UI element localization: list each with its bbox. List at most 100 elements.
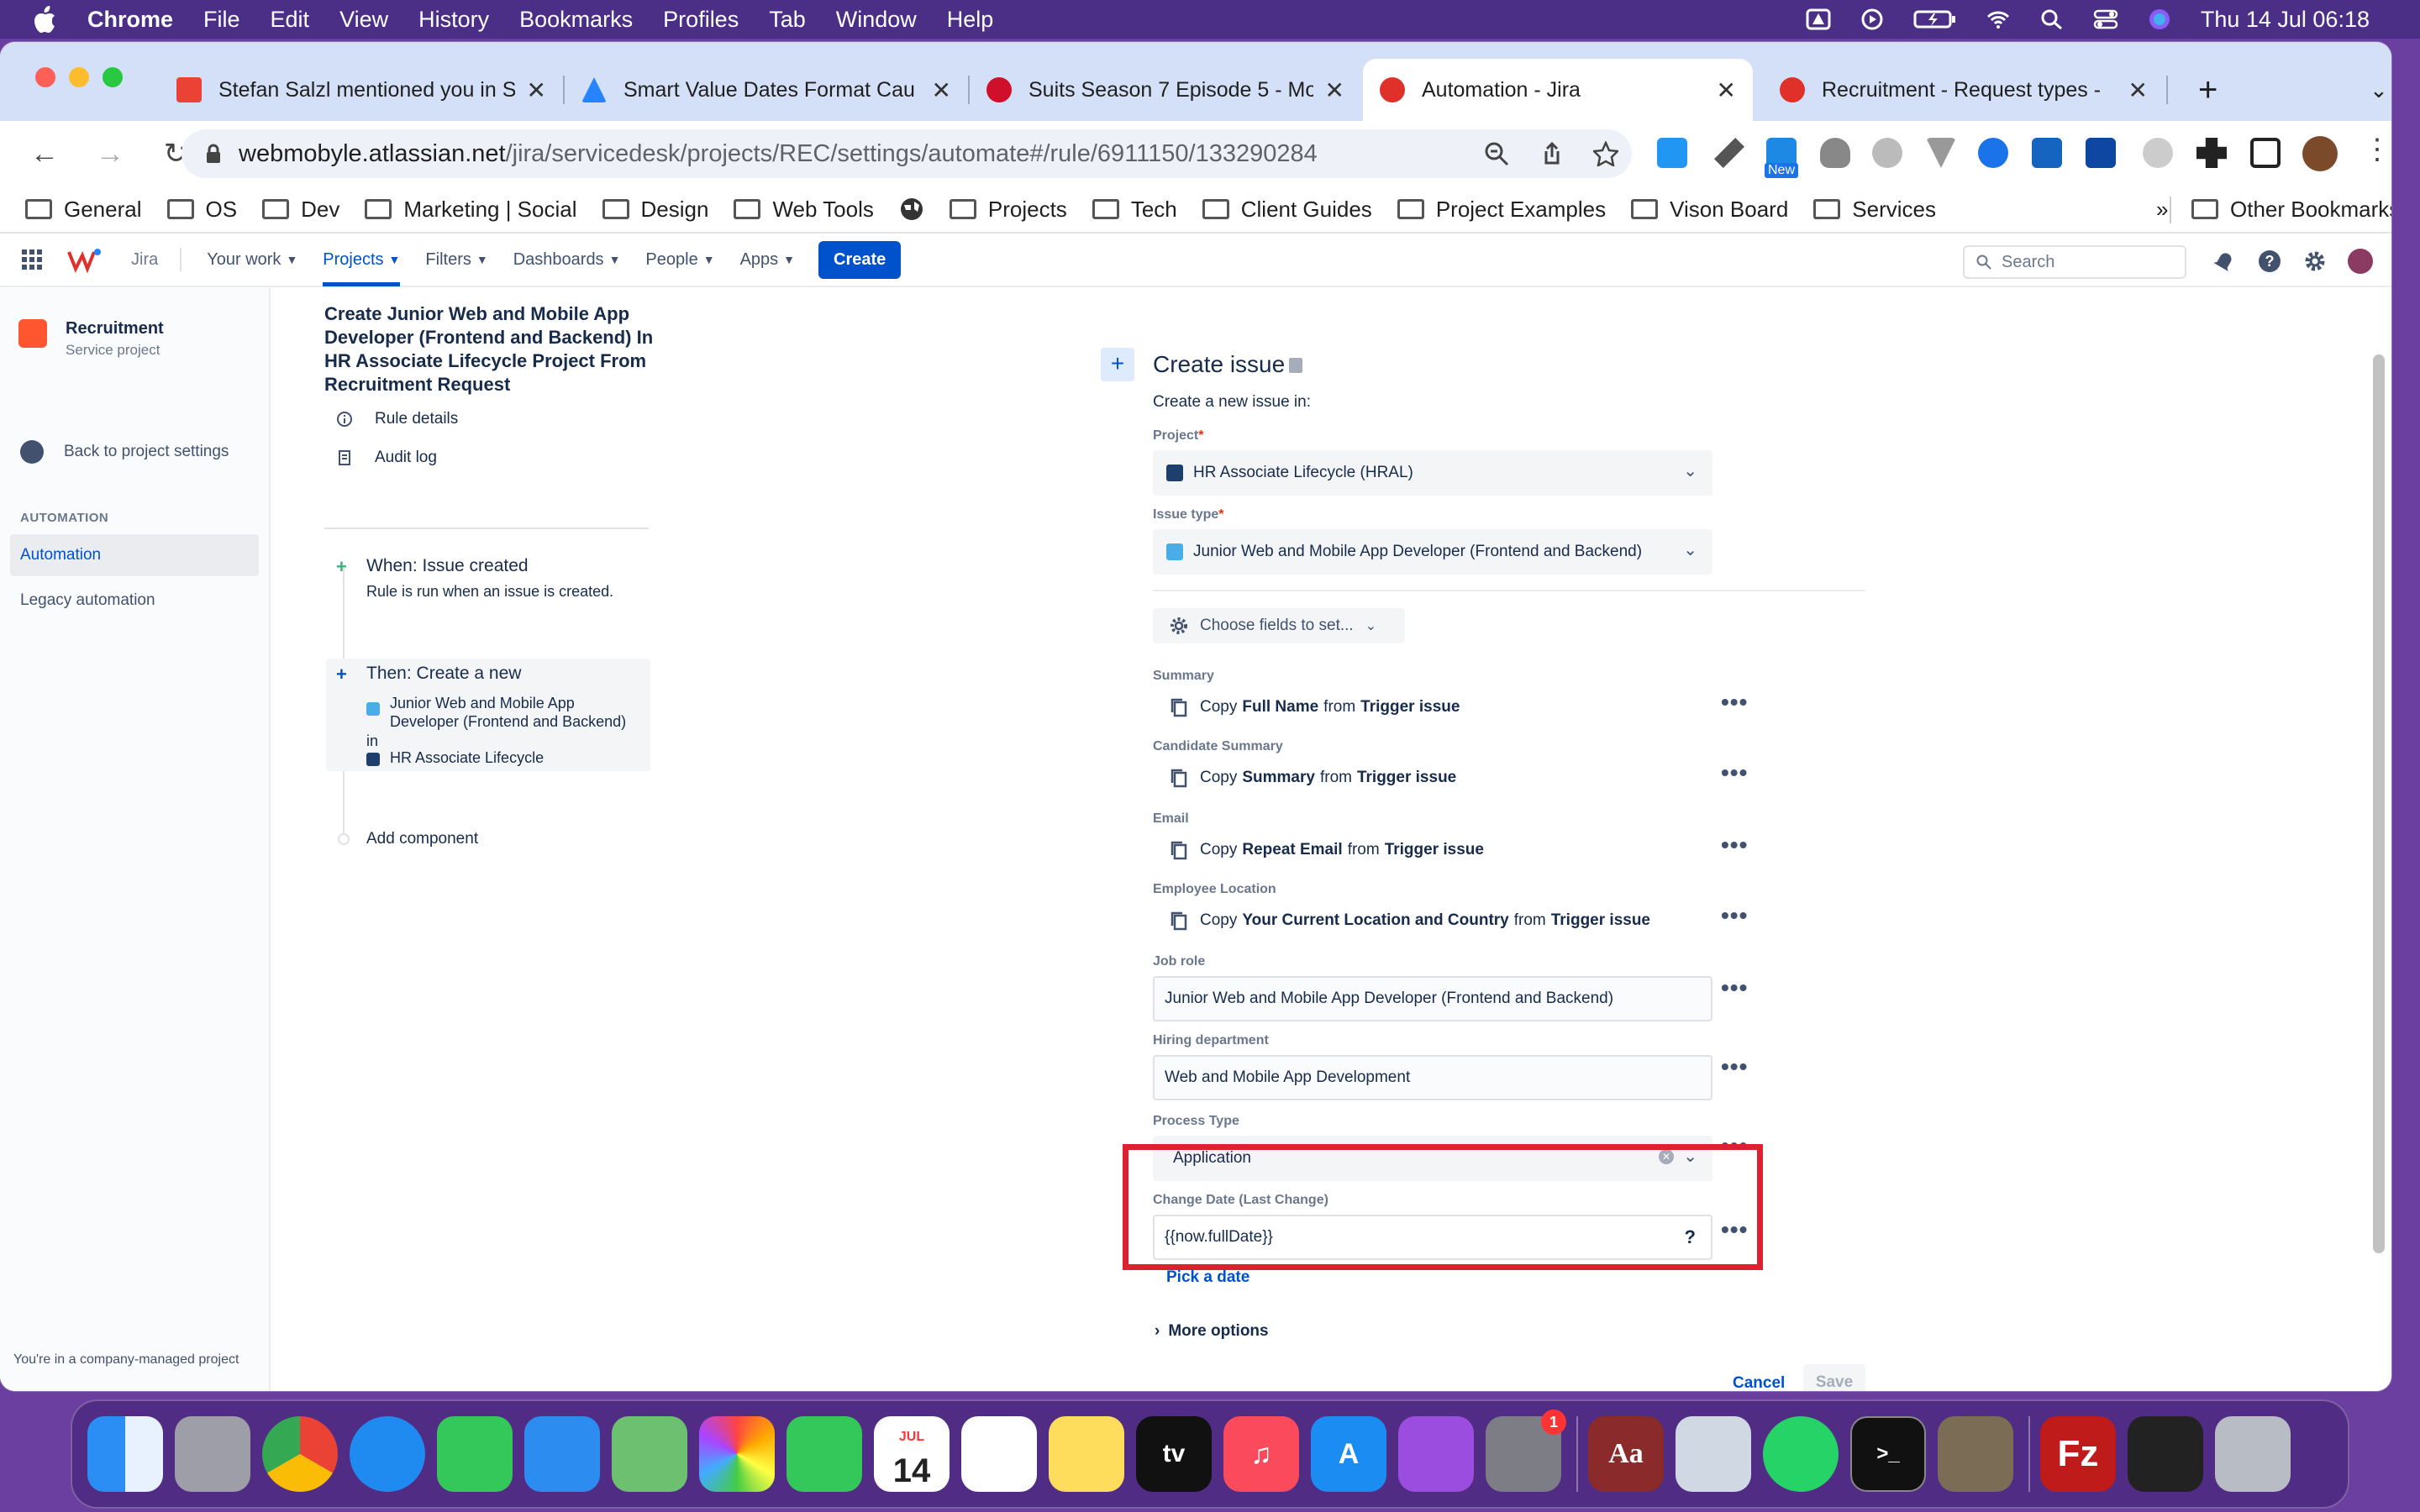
jira-search-input[interactable]: Search <box>1963 245 2186 279</box>
more-options-toggle[interactable]: › More options <box>1155 1322 1269 1341</box>
reminders-icon[interactable] <box>961 1416 1037 1492</box>
preview-icon[interactable] <box>1676 1416 1751 1492</box>
menu-clock[interactable]: Thu 14 Jul 06:18 <box>2201 7 2370 33</box>
employee-location-copy-value[interactable]: Copy Your Current Location and Country fro… <box>1170 911 1655 931</box>
nav-people[interactable]: People ▼ <box>645 250 714 270</box>
play-icon[interactable] <box>1860 8 1885 30</box>
settings-gear-icon[interactable] <box>2302 249 2328 274</box>
menu-history[interactable]: History <box>418 7 489 33</box>
bookmark-folder[interactable]: Web Tools <box>734 197 874 223</box>
menu-edit[interactable]: Edit <box>271 7 310 33</box>
plus-icon[interactable]: + <box>336 664 347 685</box>
extension-shield-icon[interactable] <box>1820 138 1850 168</box>
company-managed-note[interactable]: You're in a company-managed project <box>13 1352 239 1368</box>
photos-icon[interactable] <box>699 1416 775 1492</box>
nav-projects[interactable]: Projects ▼ <box>323 233 401 286</box>
bookmark-folder[interactable]: Project Examples <box>1397 197 1606 223</box>
close-tab-icon[interactable]: ✕ <box>527 76 546 104</box>
app-store-icon[interactable]: A <box>1311 1416 1386 1492</box>
jira-product-name[interactable]: Jira <box>131 250 158 270</box>
job-role-input[interactable]: Junior Web and Mobile App Developer (Fro… <box>1153 976 1712 1021</box>
sidepanel-icon[interactable] <box>2250 138 2281 168</box>
extension-trello-icon[interactable] <box>2032 138 2062 168</box>
siri-icon[interactable] <box>2147 8 2172 30</box>
bookmark-folder[interactable]: Services <box>1813 197 1936 223</box>
site-logo-icon[interactable] <box>66 245 106 274</box>
nav-filters[interactable]: Filters ▼ <box>425 250 487 270</box>
music-icon[interactable]: ♫ <box>1223 1416 1299 1492</box>
nav-your-work[interactable]: Your work ▼ <box>207 250 297 270</box>
user-avatar[interactable] <box>2348 249 2373 274</box>
forward-icon[interactable]: → <box>89 138 131 171</box>
menu-help[interactable]: Help <box>947 7 994 33</box>
chrome-menu-icon[interactable]: ⋮ <box>2363 133 2391 166</box>
extensions-puzzle-icon[interactable] <box>2196 138 2227 168</box>
zoom-icon[interactable] <box>1484 141 1509 166</box>
zoom-window-icon[interactable] <box>103 67 123 87</box>
back-to-project-settings[interactable]: Back to project settings <box>20 440 229 464</box>
menu-profiles[interactable]: Profiles <box>663 7 739 33</box>
menu-app-name[interactable]: Chrome <box>87 7 173 33</box>
menu-tab[interactable]: Tab <box>769 7 806 33</box>
audit-log-link[interactable]: Audit log <box>336 449 437 467</box>
browser-tab[interactable]: Smart Value Dates Format Cau ✕ <box>565 59 968 121</box>
other-bookmarks[interactable]: Other Bookmarks <box>2191 197 2391 223</box>
extension-power-icon[interactable] <box>1872 138 1902 168</box>
more-actions-icon[interactable]: ••• <box>1721 1053 1748 1080</box>
menu-view[interactable]: View <box>339 7 388 33</box>
email-copy-value[interactable]: Copy Repeat Email from Trigger issue <box>1170 840 1489 860</box>
mail-icon[interactable] <box>524 1416 600 1492</box>
browser-tab-active[interactable]: Automation - Jira ✕ <box>1363 59 1753 121</box>
calendar-icon[interactable]: JUL 14 <box>874 1416 950 1492</box>
app-switcher-icon[interactable] <box>22 249 42 270</box>
facetime-icon[interactable] <box>786 1416 862 1492</box>
save-button[interactable]: Save <box>1803 1364 1865 1391</box>
close-tab-icon[interactable]: ✕ <box>1717 76 1736 104</box>
sidebar-item-automation[interactable]: Automation <box>10 534 259 576</box>
minimized-chrome-window[interactable] <box>2128 1416 2203 1492</box>
bookmark-folder[interactable]: OS <box>166 197 237 223</box>
more-actions-icon[interactable]: ••• <box>1721 974 1748 1001</box>
close-window-icon[interactable] <box>35 67 55 87</box>
back-icon[interactable]: ← <box>24 138 66 171</box>
browser-tab[interactable]: Recruitment - Request types - ✕ <box>1763 59 2165 121</box>
messages-icon[interactable] <box>437 1416 513 1492</box>
spotlight-search-icon[interactable] <box>2039 8 2065 30</box>
bookmark-folder[interactable]: Design <box>602 197 708 223</box>
profile-avatar[interactable] <box>2302 136 2338 171</box>
cancel-button[interactable]: Cancel <box>1733 1374 1785 1391</box>
launchpad-icon[interactable] <box>175 1416 250 1492</box>
podcasts-icon[interactable] <box>1398 1416 1474 1492</box>
maps-icon[interactable] <box>612 1416 687 1492</box>
whatsapp-icon[interactable] <box>1763 1416 1839 1492</box>
create-button[interactable]: Create <box>818 240 902 279</box>
browser-tab[interactable]: Stefan Salzl mentioned you in S ✕ <box>160 59 563 121</box>
more-actions-icon[interactable]: ••• <box>1721 759 1748 786</box>
new-tab-icon[interactable]: + <box>2181 59 2234 121</box>
hiring-department-input[interactable]: Web and Mobile App Development <box>1153 1055 1712 1100</box>
control-center-icon[interactable] <box>2093 8 2118 30</box>
bookmarks-overflow[interactable]: » <box>2156 197 2168 223</box>
extension-screenshot-icon[interactable] <box>2086 138 2116 168</box>
finder-icon[interactable] <box>87 1416 163 1492</box>
browser-tab[interactable]: Suits Season 7 Episode 5 - Mo ✕ <box>970 59 1361 121</box>
issue-type-select[interactable]: Junior Web and Mobile App Developer (Fro… <box>1153 529 1712 575</box>
summary-copy-value[interactable]: Copy Full Name from Trigger issue <box>1170 697 1465 717</box>
add-component-button[interactable]: Add component <box>366 830 478 848</box>
gimp-icon[interactable] <box>1938 1416 2013 1492</box>
tab-search-chevron-icon[interactable]: ⌄ <box>2353 59 2391 121</box>
pick-a-date-link[interactable]: Pick a date <box>1166 1268 1249 1287</box>
candidate-summary-copy-value[interactable]: Copy Summary from Trigger issue <box>1170 768 1461 788</box>
menu-file[interactable]: File <box>203 7 240 33</box>
system-settings-icon[interactable]: 1 <box>1486 1410 1566 1492</box>
sidebar-item-legacy-automation[interactable]: Legacy automation <box>10 580 259 622</box>
bookmark-globe[interactable] <box>899 197 924 222</box>
action-component[interactable]: + Then: Create a new Junior Web and Mobi… <box>326 659 650 771</box>
extension-vue-icon[interactable] <box>1926 138 1956 168</box>
menu-bookmarks[interactable]: Bookmarks <box>519 7 633 33</box>
chrome-icon[interactable] <box>262 1416 338 1492</box>
wifi-icon[interactable] <box>1986 8 2011 30</box>
drive-icon[interactable] <box>1806 8 1831 30</box>
more-actions-icon[interactable]: ••• <box>1721 832 1748 858</box>
bookmark-folder[interactable]: Tech <box>1092 197 1177 223</box>
